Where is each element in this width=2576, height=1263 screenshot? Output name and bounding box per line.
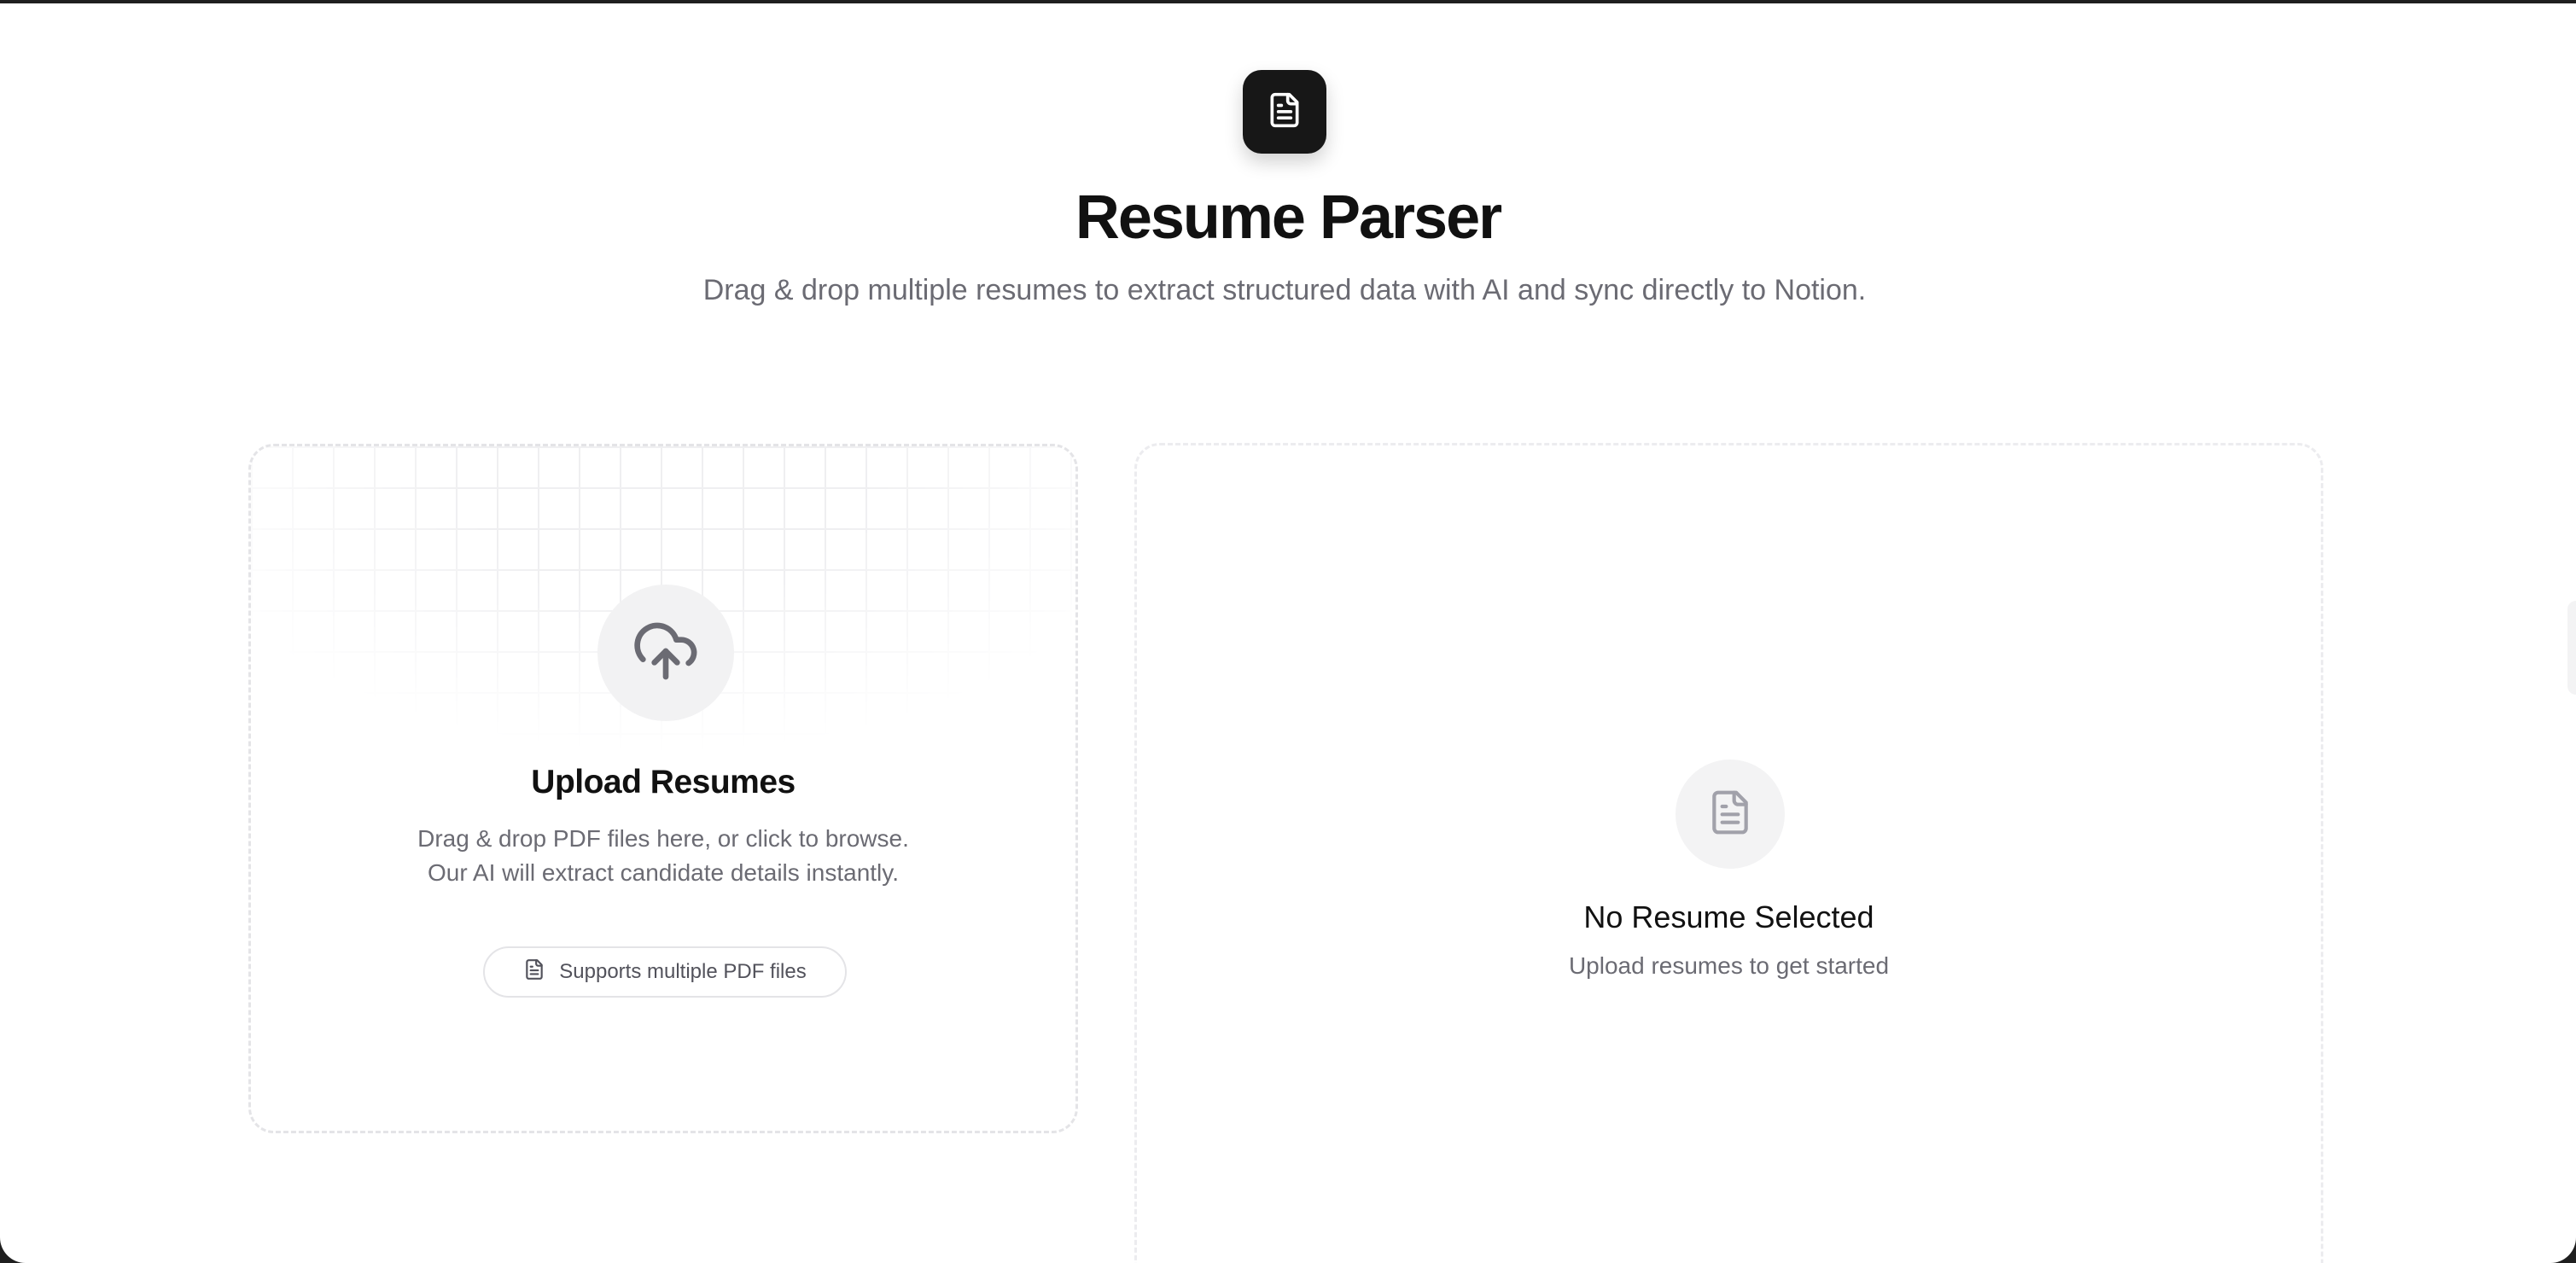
upload-description-line: Our AI will extract candidate details in… <box>428 859 899 886</box>
app-logo <box>1243 70 1326 154</box>
supports-badge-label: Supports multiple PDF files <box>559 960 807 983</box>
app-window: Resume Parser Drag & drop multiple resum… <box>0 3 2576 1263</box>
document-icon <box>1266 91 1303 133</box>
resume-preview-panel: No Resume Selected Upload resumes to get… <box>1134 443 2323 1263</box>
side-panel-handle[interactable] <box>2567 601 2576 695</box>
upload-dropzone[interactable]: Upload Resumes Drag & drop PDF files her… <box>248 444 1078 1133</box>
page-title: Resume Parser <box>1075 183 1502 252</box>
document-icon <box>1706 789 1754 841</box>
preview-icon-circle <box>1676 760 1785 869</box>
upload-description: Drag & drop PDF files here, or click to … <box>251 822 1075 890</box>
supports-badge: Supports multiple PDF files <box>483 946 847 998</box>
page-subtitle: Drag & drop multiple resumes to extract … <box>702 274 1867 306</box>
empty-state-title: No Resume Selected <box>1583 899 1874 934</box>
upload-title: Upload Resumes <box>531 764 796 800</box>
empty-state-subtitle: Upload resumes to get started <box>1568 952 1890 979</box>
upload-description-line: Drag & drop PDF files here, or click to … <box>417 825 909 852</box>
file-icon <box>523 958 545 987</box>
upload-icon-circle <box>597 585 734 721</box>
cloud-upload-icon <box>632 617 700 690</box>
